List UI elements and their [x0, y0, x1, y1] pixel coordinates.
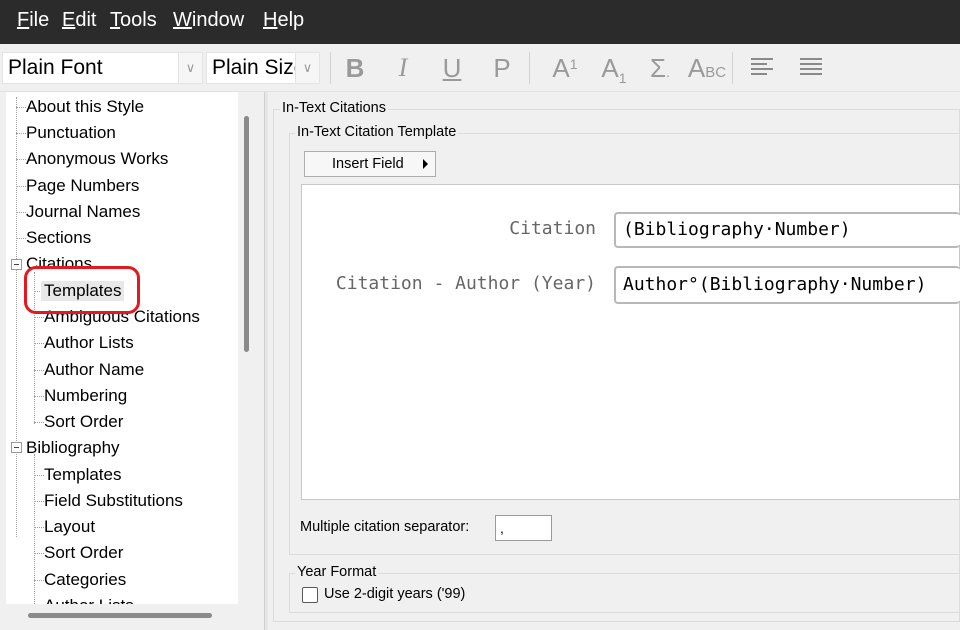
tree-item-field-substitutions[interactable]: Field Substitutions: [44, 491, 183, 511]
toolbar-separator: [529, 52, 530, 84]
tree-item-numbering[interactable]: Numbering: [44, 386, 127, 406]
tree-item-sections[interactable]: Sections: [26, 228, 91, 248]
tree-item-categories[interactable]: Categories: [44, 570, 126, 590]
menu-help[interactable]: Help: [263, 9, 304, 32]
subscript-button[interactable]: A1: [594, 52, 634, 86]
style-sections-panel: About this Style Punctuation Anonymous W…: [2, 92, 264, 630]
year-format-title: Year Format: [295, 564, 379, 580]
underline-button[interactable]: U: [434, 52, 470, 84]
tree-item-author-lists[interactable]: Author Lists: [44, 333, 134, 353]
tree-item-layout[interactable]: Layout: [44, 517, 95, 537]
tree-item-author-name[interactable]: Author Name: [44, 360, 144, 380]
style-sections-tree: About this Style Punctuation Anonymous W…: [6, 92, 238, 604]
annotation-circle: [24, 266, 140, 314]
font-select[interactable]: Plain Font ∨: [2, 52, 203, 84]
tree-item-page-numbers[interactable]: Page Numbers: [26, 176, 139, 196]
two-digit-years-checkbox[interactable]: [302, 587, 318, 603]
tree-item-bibliography-sort-order[interactable]: Sort Order: [44, 543, 123, 563]
bold-button[interactable]: B: [337, 52, 373, 84]
citation-template-title: In-Text Citation Template: [295, 124, 459, 140]
toolbar-separator: [732, 52, 733, 84]
submenu-arrow-icon: [423, 159, 428, 169]
collapse-bibliography-icon[interactable]: [11, 442, 22, 453]
tree-item-bibliography[interactable]: Bibliography: [26, 438, 120, 458]
tree-horizontal-scrollbar[interactable]: [28, 613, 212, 618]
plain-button[interactable]: P: [484, 52, 520, 84]
symbol-button[interactable]: Σ.: [640, 52, 680, 84]
tree-item-punctuation[interactable]: Punctuation: [26, 123, 116, 143]
justify-icon[interactable]: [800, 58, 822, 78]
citation-template-field[interactable]: (Bibliography·Number): [614, 212, 960, 248]
tree-item-sort-order[interactable]: Sort Order: [44, 412, 123, 432]
superscript-button[interactable]: A1: [545, 52, 585, 84]
menu-tools[interactable]: Tools: [110, 9, 157, 32]
citation-template-label: Citation: [509, 218, 596, 239]
tree-vertical-scrollbar[interactable]: [244, 116, 249, 352]
collapse-citations-icon[interactable]: [11, 259, 22, 270]
size-select[interactable]: Plain Size ∨: [206, 52, 320, 84]
citation-author-year-field[interactable]: Author°(Bibliography·Number): [614, 266, 960, 304]
citation-author-year-label: Citation - Author (Year): [335, 273, 596, 294]
menu-file[interactable]: File: [17, 9, 49, 32]
tree-item-bibliography-templates[interactable]: Templates: [44, 465, 121, 485]
tree-item-journal-names[interactable]: Journal Names: [26, 202, 140, 222]
align-left-icon[interactable]: [751, 58, 773, 78]
small-caps-button[interactable]: ABC: [685, 52, 729, 84]
tree-item-anonymous-works[interactable]: Anonymous Works: [26, 149, 168, 169]
menu-window[interactable]: Window: [173, 9, 244, 32]
insert-field-button[interactable]: Insert Field: [304, 151, 436, 177]
menu-bar: File Edit Tools Window Help: [0, 0, 960, 44]
chevron-down-icon: ∨: [178, 53, 202, 83]
tree-item-about-this-style[interactable]: About this Style: [26, 97, 144, 117]
tree-connector: [34, 454, 35, 604]
two-digit-years-label[interactable]: Use 2-digit years ('99): [324, 586, 465, 602]
separator-input[interactable]: ,: [495, 515, 552, 541]
chevron-down-icon: ∨: [295, 53, 319, 83]
toolbar-separator: [330, 52, 331, 84]
formatting-toolbar: Plain Font ∨ Plain Size ∨ B I U P A1 A1 …: [0, 44, 960, 92]
tree-item-bibliography-author-lists[interactable]: Author Lists: [44, 596, 134, 604]
separator-label: Multiple citation separator:: [300, 519, 470, 535]
in-text-citations-title: In-Text Citations: [280, 100, 388, 116]
tree-connector: [16, 97, 17, 537]
italic-button[interactable]: I: [385, 52, 421, 84]
menu-edit[interactable]: Edit: [62, 9, 96, 32]
